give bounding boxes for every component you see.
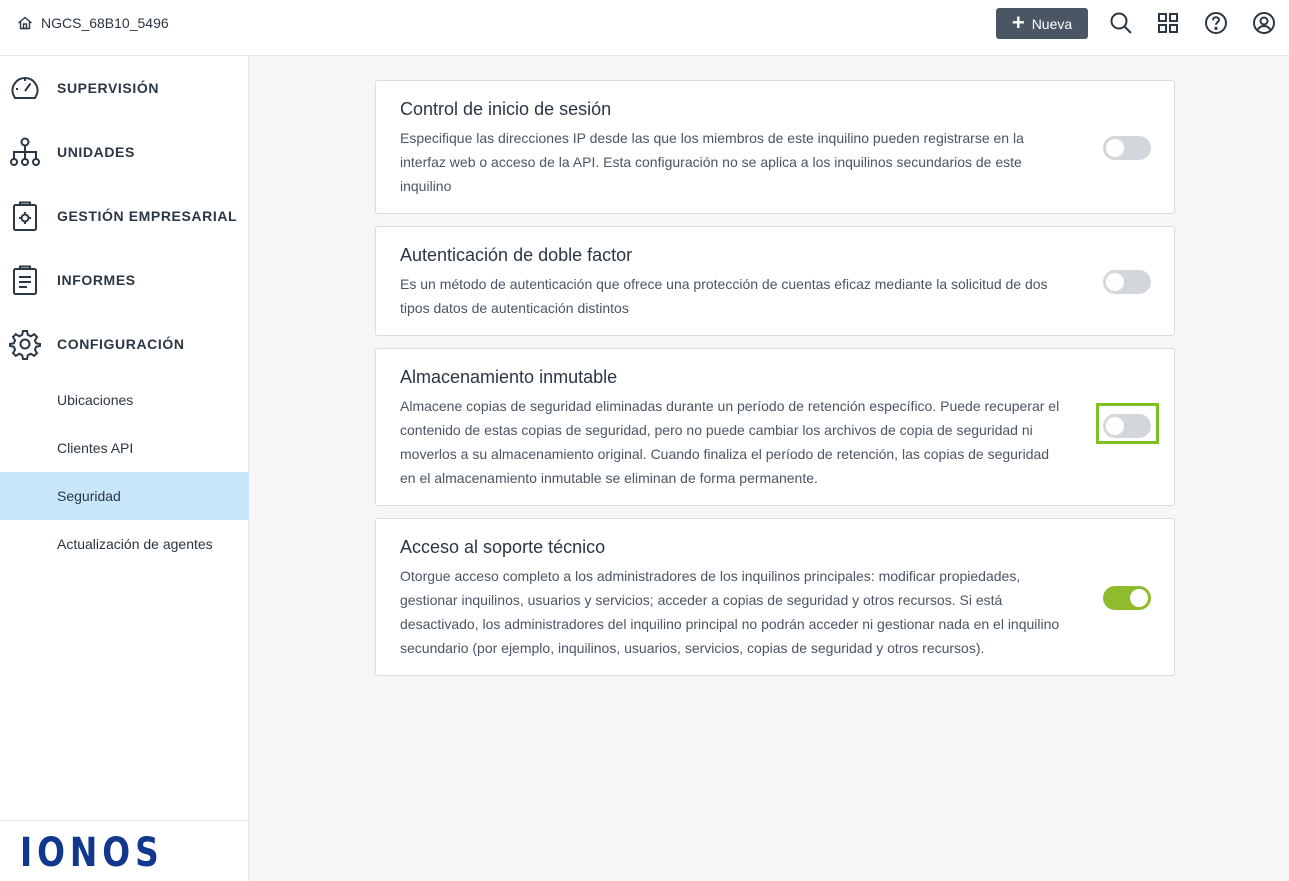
plus-icon: + <box>1011 9 1025 35</box>
new-button-label: Nueva <box>1031 15 1073 32</box>
setting-description: Es un método de autenticación que ofrece… <box>400 276 1048 316</box>
sidebar-item-label: UNIDADES <box>57 144 135 160</box>
setting-card-login-control: Control de inicio de sesión Especifique … <box>375 80 1175 214</box>
help-icon[interactable] <box>1203 10 1229 36</box>
sidebar-subitem-actualizacion-agentes[interactable]: Actualización de agentes <box>0 520 249 568</box>
report-icon <box>9 264 41 296</box>
grid-icon[interactable] <box>1155 10 1181 36</box>
setting-description: Otorgue acceso completo a los administra… <box>400 568 1060 656</box>
sidebar-subitem-ubicaciones[interactable]: Ubicaciones <box>0 376 249 424</box>
gear-icon <box>9 328 41 360</box>
tenant-name: NGCS_68B10_5496 <box>41 15 169 31</box>
sidebar-subitem-clientes-api[interactable]: Clientes API <box>0 424 249 472</box>
login-control-toggle[interactable] <box>1103 136 1151 160</box>
user-icon[interactable] <box>1251 10 1277 36</box>
sidebar-item-label: SUPERVISIÓN <box>57 80 160 96</box>
search-icon[interactable] <box>1108 10 1134 36</box>
sidebar-item-gestion-empresarial[interactable]: GESTIÓN EMPRESARIAL <box>0 184 249 248</box>
gauge-icon <box>9 72 41 104</box>
sidebar-subitem-seguridad[interactable]: Seguridad <box>0 472 249 520</box>
sidebar: SUPERVISIÓN UNIDADES GESTIÓN EMPRESARIAL… <box>0 56 249 881</box>
setting-description: Especifique las direcciones IP desde las… <box>400 130 1024 194</box>
toggle-knob <box>1106 139 1124 157</box>
sidebar-divider <box>0 820 249 821</box>
tenant-breadcrumb[interactable]: NGCS_68B10_5496 <box>17 15 169 31</box>
sidebar-item-label: GESTIÓN EMPRESARIAL <box>57 208 238 224</box>
two-factor-toggle[interactable] <box>1103 270 1151 294</box>
sidebar-subitem-label: Actualización de agentes <box>57 536 213 552</box>
ionos-logo: IONOS <box>20 830 164 876</box>
setting-card-support-access: Acceso al soporte técnico Otorgue acceso… <box>375 518 1175 676</box>
sidebar-subitem-label: Seguridad <box>57 488 121 504</box>
toggle-knob <box>1106 273 1124 291</box>
home-icon <box>18 16 32 30</box>
sidebar-item-label: INFORMES <box>57 272 136 288</box>
hierarchy-icon <box>9 136 41 168</box>
setting-card-immutable-storage: Almacenamiento inmutable Almacene copias… <box>375 348 1175 506</box>
sidebar-subitem-label: Ubicaciones <box>57 392 134 408</box>
toggle-highlight-box <box>1096 403 1159 444</box>
top-bar: NGCS_68B10_5496 + Nueva <box>0 0 1289 56</box>
sidebar-item-label: CONFIGURACIÓN <box>57 336 185 352</box>
setting-title: Almacenamiento inmutable <box>400 367 618 387</box>
setting-card-two-factor: Autenticación de doble factor Es un méto… <box>375 226 1175 336</box>
setting-title: Acceso al soporte técnico <box>400 537 606 557</box>
clipboard-gear-icon <box>9 200 41 232</box>
setting-title: Autenticación de doble factor <box>400 245 633 265</box>
setting-title: Control de inicio de sesión <box>400 99 612 119</box>
toggle-knob <box>1130 589 1148 607</box>
sidebar-item-supervision[interactable]: SUPERVISIÓN <box>0 56 249 120</box>
sidebar-item-informes[interactable]: INFORMES <box>0 248 249 312</box>
sidebar-subitem-label: Clientes API <box>57 440 134 456</box>
setting-description: Almacene copias de seguridad eliminadas … <box>400 398 1060 486</box>
support-access-toggle[interactable] <box>1103 586 1151 610</box>
new-button[interactable]: + Nueva <box>996 8 1088 39</box>
sidebar-item-configuracion[interactable]: CONFIGURACIÓN <box>0 312 249 376</box>
sidebar-item-unidades[interactable]: UNIDADES <box>0 120 249 184</box>
